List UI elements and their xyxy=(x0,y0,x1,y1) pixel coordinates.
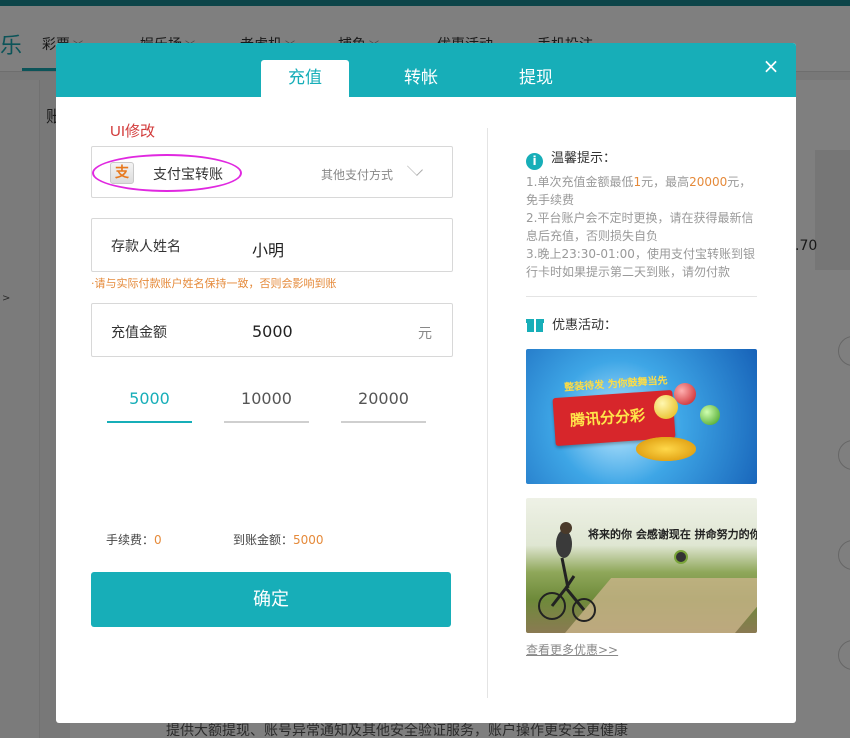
lottery-ball-red xyxy=(674,383,696,405)
tab-recharge[interactable]: 充值 xyxy=(261,60,349,97)
promo-title: 优惠活动： xyxy=(552,318,618,333)
tip-line-1: 1.单次充值金额最低1元，最高20000元，免手续费 xyxy=(526,173,758,209)
other-payment-label: 其他支付方式 xyxy=(321,168,394,182)
tip-max-amount: 20000 xyxy=(689,175,728,189)
arrival-label: 到账金额： xyxy=(233,533,294,547)
ui-revision-note: UI修改 xyxy=(110,123,156,140)
quick-amount-5000[interactable]: 5000 xyxy=(107,389,192,423)
amount-field[interactable]: 充值金额 5000 元 xyxy=(91,303,453,357)
tab-transfer[interactable]: 转帐 xyxy=(377,60,465,97)
promo-header: 优惠活动： xyxy=(526,314,617,333)
arrival-value: 5000 xyxy=(293,533,324,547)
amount-input[interactable]: 5000 xyxy=(252,322,293,341)
banner-logo-icon xyxy=(674,550,688,564)
payment-method-label: 支付宝转账 xyxy=(153,167,223,183)
amount-unit: 元 xyxy=(418,326,432,342)
name-warning: ·请与实际付款账户姓名保持一致，否则会影响到账 xyxy=(91,277,337,290)
tip-text: 元，最高 xyxy=(641,175,690,189)
tip-line-3: 3.晚上23:30-01:00，使用支付宝转账到银行卡时如果提示第二天到账，请勿… xyxy=(526,247,755,279)
alipay-icon: 支 xyxy=(110,162,134,184)
quick-amount-20000[interactable]: 20000 xyxy=(341,389,426,423)
fee-info: 手续费：0 xyxy=(106,531,162,548)
amount-label: 充值金额 xyxy=(111,325,167,341)
confirm-button[interactable]: 确定 xyxy=(91,572,451,627)
payment-method-select[interactable]: 支 支付宝转账 其他支付方式 xyxy=(91,146,453,198)
more-promotions-link[interactable]: 查看更多优惠>> xyxy=(526,641,618,658)
lottery-ball-green xyxy=(700,405,720,425)
depositor-name-label: 存款人姓名 xyxy=(111,239,181,255)
promo-banner-lottery[interactable]: 整装待发 为你鼓舞当先 腾讯分分彩 xyxy=(526,349,757,484)
tip-min-amount: 1 xyxy=(633,175,642,189)
info-icon: i xyxy=(526,153,543,170)
arrival-info: 到账金额：5000 xyxy=(233,531,324,548)
column-divider xyxy=(487,128,488,698)
tab-withdraw[interactable]: 提现 xyxy=(492,60,580,97)
close-icon[interactable]: × xyxy=(760,55,782,77)
tip-text: 1.单次充值金额最低 xyxy=(526,175,634,189)
quick-amount-10000[interactable]: 10000 xyxy=(224,389,309,423)
tips-body: 1.单次充值金额最低1元，最高20000元，免手续费 2.平台账户会不定时更换，… xyxy=(526,173,758,281)
recharge-modal: 充值 转帐 提现 × UI修改 支 支付宝转账 其他支付方式 存款人姓名 小明 … xyxy=(56,43,796,723)
tips-separator xyxy=(526,296,757,297)
depositor-name-input[interactable]: 小明 xyxy=(252,237,284,261)
depositor-name-field[interactable]: 存款人姓名 小明 xyxy=(91,218,453,272)
tips-header: i 温馨提示： xyxy=(526,147,616,170)
promo-banner-motivation[interactable]: 将来的你 会感谢现在 拼命努力的你! xyxy=(526,498,757,633)
gold-coins xyxy=(636,437,696,461)
chevron-down-icon xyxy=(407,160,423,176)
tip-line-2: 2.平台账户会不定时更换，请在获得最新信息后充值，否则损失自负 xyxy=(526,211,754,243)
gift-icon xyxy=(526,316,544,332)
fee-label: 手续费： xyxy=(106,533,155,547)
banner-slogan: 将来的你 会感谢现在 拼命努力的你! xyxy=(588,528,757,541)
modal-header: 充值 转帐 提现 × xyxy=(56,43,796,97)
fee-value: 0 xyxy=(154,533,162,547)
tips-title: 温馨提示： xyxy=(551,151,617,166)
